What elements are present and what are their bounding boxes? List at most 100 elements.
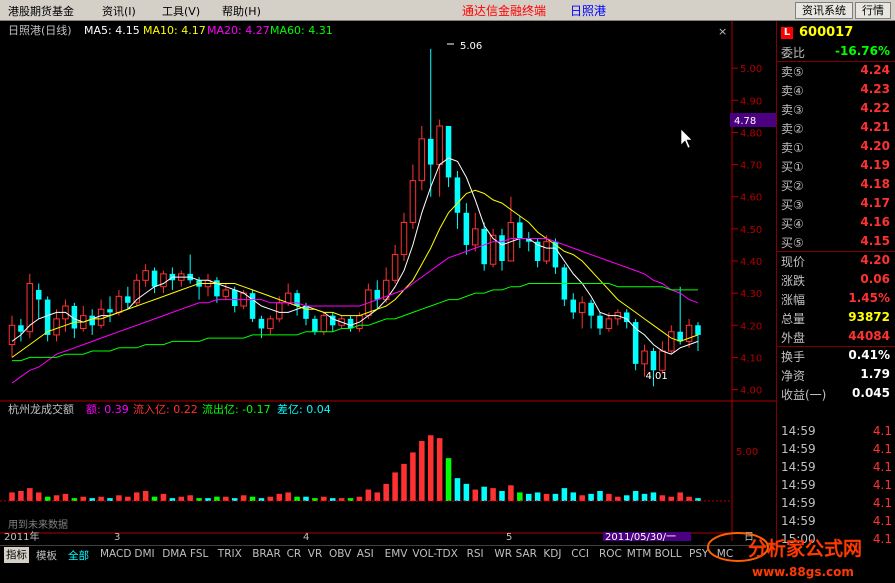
close-icon[interactable]: × [718, 25, 727, 38]
tab-brar[interactable]: BRAR [252, 548, 281, 560]
candle-body [347, 318, 354, 329]
tab-wr[interactable]: WR [494, 548, 512, 560]
candle-body [445, 126, 452, 178]
tab-dmi[interactable]: DMI [134, 548, 154, 560]
chart-title: 日照港(日线) [8, 23, 72, 37]
candle-body [463, 212, 470, 245]
tab-mtm[interactable]: MTM [627, 548, 652, 560]
quote-label: 卖① [781, 141, 804, 155]
quote-value: -16.76% [835, 44, 890, 58]
quote-value: 4.22 [860, 101, 890, 115]
quote-row: 买④ 4.16 [779, 214, 894, 232]
quote-row: 买① 4.19 [779, 157, 894, 175]
tab-asi[interactable]: ASI [357, 548, 374, 560]
candle-body [44, 299, 51, 335]
site-logo: 分析家公式网 www.88gs.com [707, 532, 862, 579]
candle-body [605, 318, 613, 330]
candle-body [659, 350, 666, 371]
x-label-may: 5 [506, 532, 512, 541]
volume-bar [178, 496, 185, 501]
tab-vr[interactable]: VR [308, 548, 322, 560]
quote-label: 买① [781, 160, 804, 174]
tab-全部[interactable]: 全部 [68, 548, 89, 563]
quote-value: 93872 [848, 310, 890, 324]
vol-inflow: 流入亿: 0.22 [133, 402, 198, 416]
tab-cci[interactable]: CCI [571, 548, 589, 560]
candle-body [374, 289, 381, 300]
candle-body [142, 270, 149, 281]
tab-模板[interactable]: 模板 [36, 548, 57, 563]
volume-bar [641, 493, 648, 501]
menu-hk-futures[interactable]: 港股期货基金 [8, 3, 74, 19]
quote-button[interactable]: 行情 [855, 2, 891, 19]
quote-row: 买⑤ 4.15 [779, 233, 894, 251]
tab-fsl[interactable]: FSL [190, 548, 208, 560]
volume-bar [579, 495, 585, 501]
candle-body [151, 270, 158, 287]
candle-body [570, 299, 577, 313]
volume-bar [187, 495, 193, 501]
y-tick-label: 4.40 [740, 257, 762, 268]
x-label-year: 2011年 [4, 530, 39, 541]
volume-bar [321, 496, 327, 501]
menu-tools[interactable]: 工具(V) [162, 3, 200, 19]
tick-price: 4.1 [872, 478, 892, 492]
candle-body [89, 315, 95, 326]
low-label: 4.01 [645, 371, 667, 382]
volume-bar [9, 492, 15, 501]
tab-指标[interactable]: 指标 [4, 547, 29, 563]
tab-cr[interactable]: CR [287, 548, 302, 560]
tab-obv[interactable]: OBV [329, 548, 351, 560]
tab-emv[interactable]: EMV [385, 548, 408, 560]
stock-code: 600017 [799, 25, 854, 40]
tab-kdj[interactable]: KDJ [543, 548, 561, 560]
quote-label: 外盘 [781, 331, 806, 345]
vol-amount: 额: 0.39 [86, 403, 129, 416]
tab-macd[interactable]: MACD [100, 548, 131, 560]
volume-bar [276, 493, 283, 501]
news-system-button[interactable]: 资讯系统 [795, 2, 853, 19]
volume-bar [650, 492, 657, 501]
menu-help[interactable]: 帮助(H) [222, 3, 261, 19]
volume-bar [18, 491, 24, 501]
quote-row: 外盘 44084 [779, 328, 894, 346]
quote-row: 委比 -16.76% [779, 43, 894, 61]
tab-roc[interactable]: ROC [599, 548, 622, 560]
tab-boll[interactable]: BOLL [655, 548, 682, 560]
y-tick-label: 4.70 [740, 161, 762, 172]
candle-body [436, 125, 443, 166]
volume-title: 杭州龙成交额 [8, 402, 74, 416]
candle-body [284, 292, 292, 304]
volume-bar [392, 472, 398, 501]
candle-body [107, 309, 113, 313]
candle-body [222, 289, 230, 297]
watermark-text: 用到未来数据 [8, 518, 68, 531]
volume-bar [427, 435, 434, 501]
ma5-legend: MA5: 4.15 [84, 24, 140, 37]
tick-time: 14:59 [781, 496, 816, 510]
tab-vol-tdx[interactable]: VOL-TDX [412, 548, 457, 560]
volume-bar [142, 491, 149, 501]
menu-info[interactable]: 资讯(I) [102, 3, 136, 19]
quote-row: 卖⑤ 4.24 [779, 62, 894, 80]
vol-diff: 差亿: 0.04 [277, 402, 331, 416]
quote-value: 4.18 [860, 177, 890, 191]
tab-trix[interactable]: TRIX [218, 548, 242, 560]
volume-bar [490, 488, 496, 501]
candle-body [231, 289, 238, 306]
tab-rsi[interactable]: RSI [467, 548, 484, 560]
candle-body [578, 302, 586, 313]
tab-dma[interactable]: DMA [162, 548, 186, 560]
price-tag: 4.78 [734, 116, 756, 127]
volume-bar [267, 496, 274, 501]
quote-value: 4.15 [860, 234, 890, 248]
volume-bar [410, 452, 416, 501]
tick-row: 14:59 4.1 [779, 477, 894, 495]
volume-bar [383, 483, 389, 501]
candle-body [8, 324, 16, 346]
quote-label: 卖② [781, 122, 804, 136]
volume-bar [249, 496, 256, 501]
tab-sar[interactable]: SAR [516, 548, 537, 560]
kline-chart[interactable]: 5.00 4.90 4.80 4.70 4.60 4.50 4.40 4.30 4.20 4.10… [0, 21, 776, 541]
candle-body [267, 318, 274, 330]
